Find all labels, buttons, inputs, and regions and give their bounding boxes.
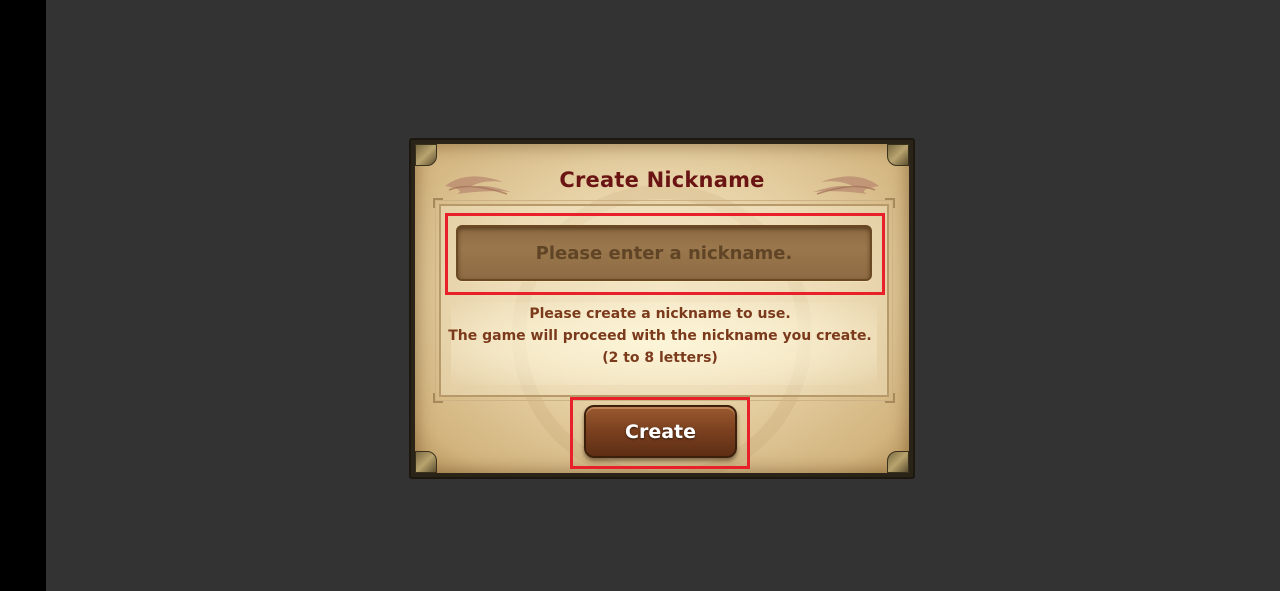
nickname-input[interactable] [456,225,872,281]
corner-ornament-icon [887,144,909,166]
game-screen: Create Nickname Please create a nickname… [0,0,1280,591]
corner-ornament-icon [415,144,437,166]
left-edge-bar [0,0,46,591]
corner-ornament-icon [415,451,437,473]
dialog-title: Create Nickname [559,168,765,192]
corner-ornament-icon [887,451,909,473]
panel-corner [433,198,443,208]
panel-corner [433,393,443,403]
description-line-2: The game will proceed with the nickname … [448,328,872,344]
panel-corner [885,198,895,208]
description-line-1: Please create a nickname to use. [529,306,791,322]
description-line-3: (2 to 8 letters) [602,350,718,366]
panel-corner [885,393,895,403]
create-button[interactable]: Create [584,405,737,458]
